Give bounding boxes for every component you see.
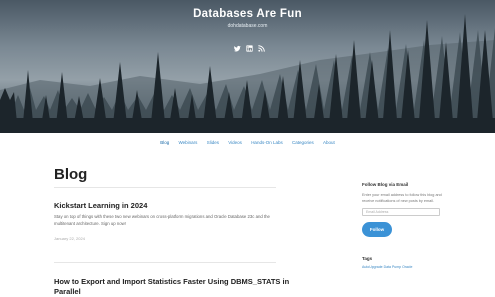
main-navigation: Blog Webinars Slides Videos Hands-On Lab… xyxy=(0,140,495,145)
nav-item-videos[interactable]: Videos xyxy=(228,140,242,145)
post-date[interactable]: January 22, 2024 xyxy=(54,236,85,241)
follow-widget-title: Follow Blog via Email xyxy=(362,182,409,187)
nav-item-hands-on-labs[interactable]: Hands-On Labs xyxy=(251,140,283,145)
post-divider xyxy=(54,262,276,263)
twitter-icon[interactable] xyxy=(233,39,241,52)
tags-widget-title: Tags xyxy=(362,256,373,261)
nav-item-webinars[interactable]: Webinars xyxy=(179,140,198,145)
rss-icon[interactable] xyxy=(258,39,265,52)
post-title-link[interactable]: How to Export and Import Statistics Fast… xyxy=(54,277,294,297)
site-title[interactable]: Databases Are Fun xyxy=(0,8,495,20)
linkedin-icon[interactable] xyxy=(246,39,253,52)
sidebar: Follow Blog via Email Enter your email a… xyxy=(362,182,446,269)
nav-item-blog[interactable]: Blog xyxy=(160,140,169,145)
site-tagline: dohdatabase.com xyxy=(227,23,268,29)
email-field[interactable]: Email Address xyxy=(362,208,440,216)
nav-item-categories[interactable]: Categories xyxy=(292,140,314,145)
page-title: Blog xyxy=(54,166,88,183)
post-excerpt: Stay on top of things with these two new… xyxy=(54,214,270,226)
social-links xyxy=(233,39,265,52)
nav-item-about[interactable]: About xyxy=(323,140,335,145)
follow-widget-description: Enter your email address to follow this … xyxy=(362,193,442,203)
nav-item-slides[interactable]: Slides xyxy=(207,140,219,145)
heading-divider xyxy=(54,187,276,188)
tag-link[interactable]: AutoUpgrade Data Pump Oracle xyxy=(362,265,446,269)
follow-button[interactable]: Follow xyxy=(362,222,392,237)
header-banner: Databases Are Fun dohdatabase.com xyxy=(0,0,495,133)
post-title-link[interactable]: Kickstart Learning in 2024 xyxy=(54,201,147,210)
